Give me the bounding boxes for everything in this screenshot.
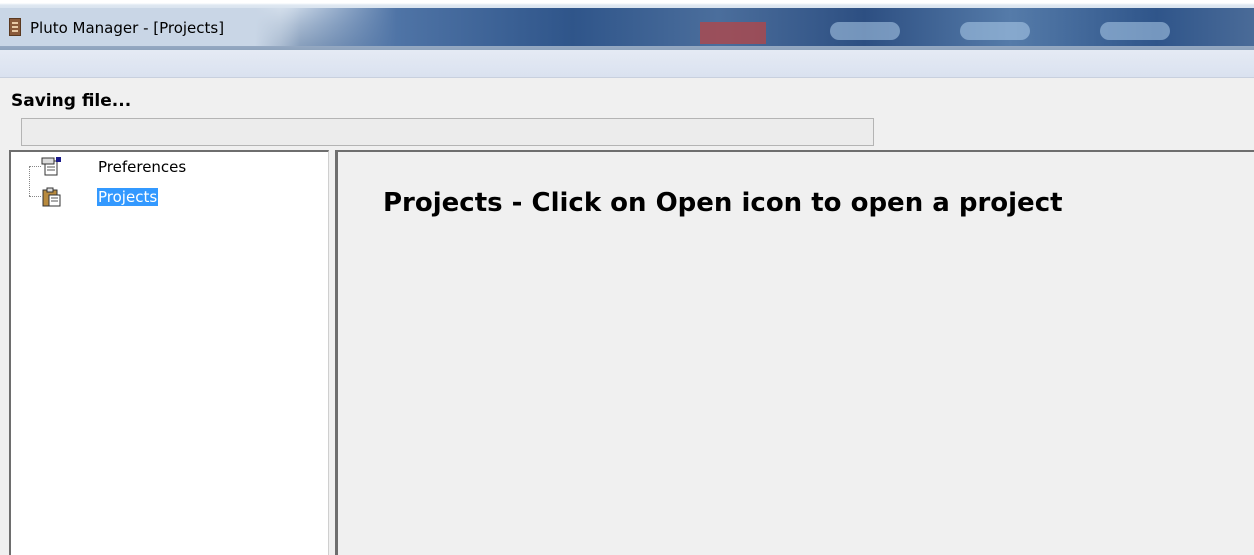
- title-bar-decoration: [960, 22, 1030, 40]
- tree-item-label: Projects: [97, 188, 159, 206]
- preferences-icon: [41, 157, 61, 177]
- menu-bar: [0, 50, 1254, 78]
- tree-connector: [29, 166, 41, 167]
- app-icon[interactable]: [9, 18, 21, 36]
- title-bar-decoration: [700, 22, 766, 44]
- content-pane: Projects - Click on Open icon to open a …: [335, 150, 1254, 555]
- tree-connector: [29, 196, 41, 197]
- title-bar-decoration: [830, 22, 900, 40]
- title-bar[interactable]: Pluto Manager - [Projects]: [0, 0, 1254, 50]
- navigation-tree[interactable]: Preferences Projects: [9, 150, 329, 555]
- status-label: Saving file...: [11, 91, 132, 111]
- title-bar-decoration: [1100, 22, 1170, 40]
- projects-icon: [41, 187, 61, 207]
- progress-bar: [21, 118, 874, 146]
- tree-item-preferences[interactable]: Preferences: [41, 156, 187, 178]
- content-heading: Projects - Click on Open icon to open a …: [383, 188, 1063, 218]
- window-title: Pluto Manager - [Projects]: [30, 19, 225, 37]
- tree-connector: [29, 166, 30, 196]
- tree-item-projects[interactable]: Projects: [41, 186, 159, 208]
- tree-item-label: Preferences: [98, 158, 187, 176]
